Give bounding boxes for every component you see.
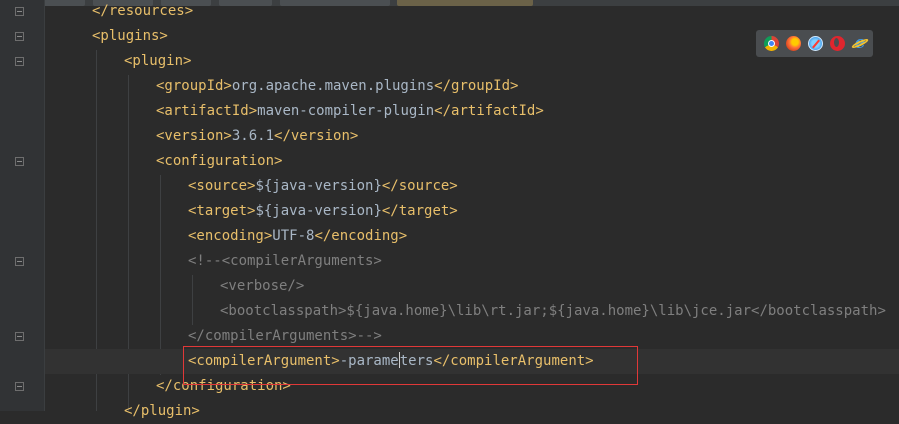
code-line[interactable]: <encoding>UTF-8</encoding> — [188, 224, 407, 249]
xml-tag-token: </source> — [381, 178, 458, 194]
xml-text-token: UTF-8 — [272, 228, 315, 244]
xml-tag-token: <compilerArgument> — [188, 353, 340, 369]
xml-text-token: -parame — [339, 353, 399, 369]
code-line[interactable]: <artifactId>maven-compiler-plugin</artif… — [156, 99, 544, 124]
xml-tag-token: <version> — [156, 128, 232, 144]
xml-tag-token: </plugin> — [124, 403, 200, 419]
xml-tag-token: </configuration> — [156, 378, 291, 394]
xml-text-token: ${java-version} — [255, 203, 382, 219]
code-line[interactable]: <plugin> — [124, 49, 191, 74]
code-line[interactable]: <version>3.6.1</version> — [156, 124, 358, 149]
firefox-icon[interactable] — [786, 36, 801, 51]
code-line[interactable]: <!--<compilerArguments> — [188, 249, 382, 274]
code-line[interactable]: <bootclasspath>${java.home}\lib\rt.jar;$… — [220, 299, 886, 324]
opera-icon[interactable] — [830, 36, 845, 51]
code-line[interactable]: </configuration> — [156, 374, 291, 399]
internet-explorer-icon[interactable]: e — [852, 35, 868, 52]
xml-tag-token: <plugins> — [92, 28, 168, 44]
xml-tag-token: <encoding> — [188, 228, 273, 244]
code-line[interactable]: <compilerArgument>-parameters</compilerA… — [188, 349, 594, 374]
xml-tag-token: <configuration> — [156, 153, 283, 169]
code-editor[interactable]: </resources> <plugins> <plugin> <groupId>or… — [0, 0, 899, 419]
xml-text-token: maven-compiler-plugin — [257, 103, 435, 119]
code-line[interactable]: </resources> — [92, 0, 193, 24]
xml-tag-token: <target> — [188, 203, 256, 219]
chrome-icon[interactable] — [764, 36, 779, 51]
xml-tag-token: </resources> — [92, 3, 194, 19]
xml-comment-token: <bootclasspath>${java.home}\lib\rt.jar;$… — [220, 303, 886, 319]
xml-tag-token: </target> — [381, 203, 458, 219]
xml-tag-token: </encoding> — [314, 228, 408, 244]
xml-text-token: org.apache.maven.plugins — [231, 78, 435, 94]
xml-text-token: 3.6.1 — [231, 128, 275, 144]
xml-text-token: ters — [399, 353, 434, 369]
xml-tag-token: </compilerArgument> — [433, 353, 594, 369]
code-line[interactable]: <plugins> — [92, 24, 168, 49]
xml-tag-token: <source> — [188, 178, 256, 194]
xml-comment-token: <!--<compilerArguments> — [188, 253, 382, 269]
safari-icon[interactable] — [808, 36, 823, 51]
code-line[interactable]: <configuration> — [156, 149, 282, 174]
code-line[interactable]: </plugin> — [124, 399, 200, 424]
xml-tag-token: <groupId> — [156, 78, 232, 94]
xml-tag-token: </artifactId> — [434, 103, 544, 119]
code-line[interactable]: <groupId>org.apache.maven.plugins</group… — [156, 74, 518, 99]
xml-comment-token: <verbose/> — [220, 278, 305, 294]
xml-tag-token: <plugin> — [124, 53, 192, 69]
xml-tag-token: <artifactId> — [156, 103, 258, 119]
code-line[interactable]: <verbose/> — [220, 274, 304, 299]
xml-tag-token: </groupId> — [434, 78, 519, 94]
code-line[interactable]: <target>${java-version}</target> — [188, 199, 458, 224]
xml-tag-token: </version> — [274, 128, 359, 144]
code-line[interactable]: </compilerArguments>--> — [188, 324, 382, 349]
browser-preview-toolbar: e — [756, 30, 873, 57]
xml-comment-token: </compilerArguments>--> — [188, 328, 382, 344]
xml-text-token: ${java-version} — [255, 178, 382, 194]
code-line[interactable]: <source>${java-version}</source> — [188, 174, 458, 199]
